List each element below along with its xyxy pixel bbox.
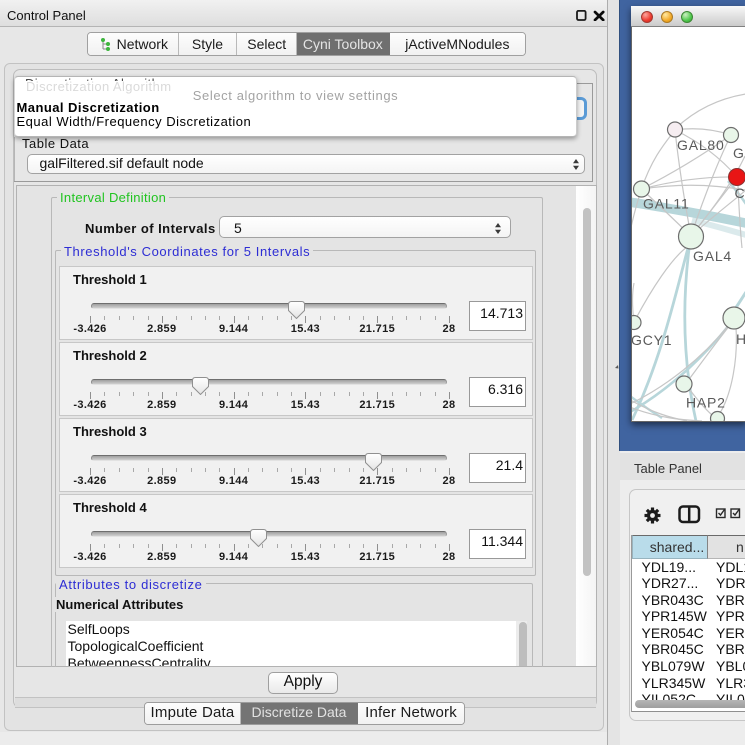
svg-text:H: H [736, 331, 745, 347]
svg-text:HAP2: HAP2 [686, 395, 726, 411]
svg-text:GA: GA [733, 145, 745, 161]
svg-text:GAL80: GAL80 [677, 137, 725, 153]
svg-text:GAL11: GAL11 [643, 196, 690, 212]
svg-text:GCY1: GCY1 [632, 332, 672, 348]
svg-text:GAL4: GAL4 [693, 248, 732, 264]
svg-text:C: C [735, 185, 745, 201]
